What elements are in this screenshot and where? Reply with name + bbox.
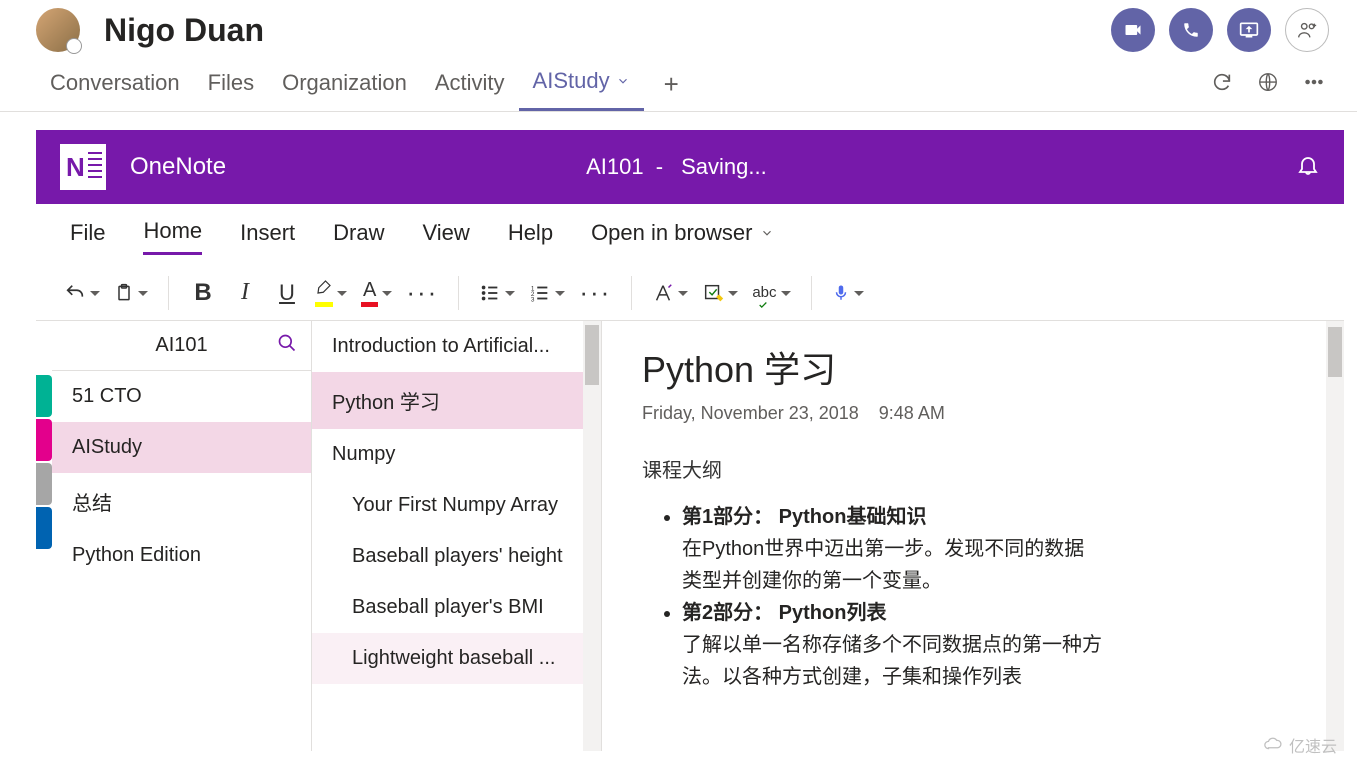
styles-button[interactable] — [648, 274, 692, 312]
note-subtitle[interactable]: 课程大纲 — [642, 454, 1304, 483]
page-item[interactable]: Baseball players' height — [312, 531, 601, 582]
more-formatting-button[interactable]: ··· — [402, 274, 442, 312]
section-item[interactable]: 51 CTO — [52, 371, 311, 422]
highlight-button[interactable] — [311, 274, 351, 312]
notifications-icon[interactable] — [1296, 153, 1320, 182]
section-color-tab[interactable] — [36, 507, 52, 549]
section-item[interactable]: Python Edition — [52, 530, 311, 581]
more-icon[interactable] — [1303, 71, 1325, 98]
tab-aistudy-label: AIStudy — [533, 68, 610, 94]
page-item[interactable]: Lightweight baseball ... — [312, 633, 601, 684]
video-call-button[interactable] — [1111, 8, 1155, 52]
add-tab-button[interactable]: + — [664, 69, 679, 110]
section-color-tab[interactable] — [36, 375, 52, 417]
section-color-tab[interactable] — [36, 463, 52, 505]
page-item[interactable]: Your First Numpy Array — [312, 480, 601, 531]
bold-button[interactable]: B — [185, 274, 221, 312]
tab-activity[interactable]: Activity — [421, 70, 519, 110]
open-in-browser-button[interactable]: Open in browser — [591, 220, 774, 254]
underline-button[interactable]: U — [269, 274, 305, 312]
page-item[interactable]: Baseball player's BMI — [312, 582, 601, 633]
scrollbar[interactable] — [1326, 321, 1344, 751]
bullets-button[interactable] — [475, 274, 519, 312]
section-color-tab[interactable] — [36, 419, 52, 461]
note-content-list[interactable]: 第1部分： Python基础知识在Python世界中迈出第一步。发现不同的数据类… — [642, 501, 1304, 693]
menu-home[interactable]: Home — [143, 218, 202, 255]
watermark: 亿速云 — [1263, 733, 1337, 757]
onenote-app-name: OneNote — [130, 153, 226, 181]
list-item[interactable]: 第1部分： Python基础知识在Python世界中迈出第一步。发现不同的数据类… — [682, 501, 1102, 597]
menu-help[interactable]: Help — [508, 220, 553, 254]
undo-button[interactable] — [60, 274, 104, 312]
tab-conversation[interactable]: Conversation — [36, 70, 194, 110]
tab-aistudy[interactable]: AIStudy — [519, 68, 644, 111]
chevron-down-icon — [616, 68, 630, 94]
page-item[interactable]: Introduction to Artificial... — [312, 321, 601, 372]
tab-files[interactable]: Files — [194, 70, 268, 110]
more-paragraph-button[interactable]: ··· — [575, 274, 615, 312]
save-status: Saving... — [681, 154, 767, 180]
screen-share-button[interactable] — [1227, 8, 1271, 52]
list-item[interactable]: 第2部分： Python列表了解以单一名称存储多个不同数据点的第一种方法。以各种… — [682, 597, 1102, 693]
numbering-button[interactable]: 123 — [525, 274, 569, 312]
globe-icon[interactable] — [1257, 71, 1279, 98]
tab-organization[interactable]: Organization — [268, 70, 421, 110]
spellcheck-button[interactable]: abc — [748, 274, 794, 312]
tags-button[interactable] — [698, 274, 742, 312]
search-icon[interactable] — [277, 333, 297, 359]
document-title: AI101 - — [586, 154, 663, 180]
user-name: Nigo Duan — [104, 12, 264, 49]
avatar[interactable] — [36, 8, 80, 52]
menu-view[interactable]: View — [423, 220, 470, 254]
add-people-button[interactable] — [1285, 8, 1329, 52]
refresh-icon[interactable] — [1211, 71, 1233, 98]
menu-file[interactable]: File — [70, 220, 105, 254]
section-item[interactable]: AIStudy — [52, 422, 311, 473]
chevron-down-icon — [760, 220, 774, 246]
menu-insert[interactable]: Insert — [240, 220, 295, 254]
note-timestamp: Friday, November 23, 20189:48 AM — [642, 403, 1304, 424]
page-item[interactable]: Numpy — [312, 429, 601, 480]
note-title[interactable]: Python 学习 — [642, 341, 1304, 393]
svg-text:3: 3 — [531, 296, 535, 303]
section-item[interactable]: 总结 — [52, 473, 311, 530]
audio-call-button[interactable] — [1169, 8, 1213, 52]
italic-button[interactable]: I — [227, 274, 263, 312]
dictate-button[interactable] — [828, 274, 868, 312]
page-item[interactable]: Python 学习 — [312, 372, 601, 429]
font-color-button[interactable]: A — [357, 274, 396, 312]
scrollbar[interactable] — [583, 321, 601, 751]
onenote-logo-icon — [60, 144, 106, 190]
clipboard-button[interactable] — [110, 274, 152, 312]
menu-draw[interactable]: Draw — [333, 220, 384, 254]
notebook-name[interactable]: AI101 — [155, 334, 207, 357]
